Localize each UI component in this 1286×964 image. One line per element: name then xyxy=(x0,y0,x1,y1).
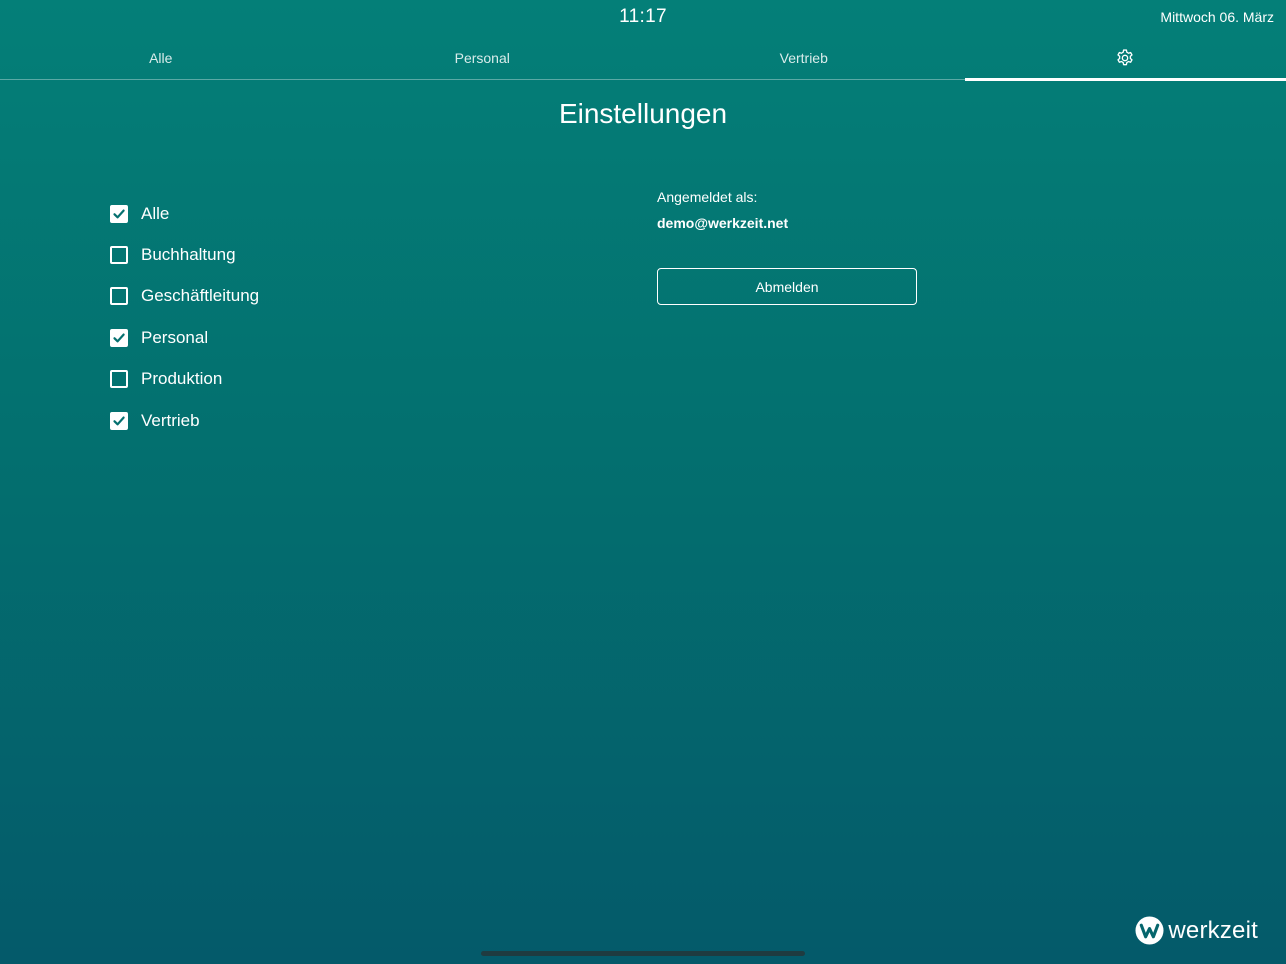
filter-label: Produktion xyxy=(141,369,223,389)
filter-item-produktion[interactable]: Produktion xyxy=(110,359,259,400)
tab-label: Vertrieb xyxy=(779,49,828,66)
logout-button[interactable]: Abmelden xyxy=(657,268,917,305)
logged-in-caption: Angemeldet als: xyxy=(657,189,758,205)
gear-icon xyxy=(1117,48,1133,65)
checkmark-icon xyxy=(113,209,125,219)
filter-item-alle[interactable]: Alle xyxy=(110,193,259,234)
tab-settings[interactable] xyxy=(964,36,1286,81)
checkbox-checked[interactable] xyxy=(110,204,128,223)
filter-item-buchhaltung[interactable]: Buchhaltung xyxy=(110,234,259,275)
account-email: demo@werkzeit.net xyxy=(657,215,789,231)
status-date: Mittwoch 06. März xyxy=(1160,9,1274,25)
filter-item-geschaeftleitung[interactable]: Geschäftleitung xyxy=(110,276,259,317)
status-time: 11:17 xyxy=(619,6,667,27)
checkbox-checked[interactable] xyxy=(110,411,128,430)
tab-label: Alle xyxy=(149,49,173,66)
filter-item-personal[interactable]: Personal xyxy=(110,317,259,358)
account-info: Angemeldet als: demo@werkzeit.net xyxy=(657,189,788,231)
filter-label: Vertrieb xyxy=(141,410,200,430)
tab-personal[interactable]: Personal xyxy=(322,36,644,79)
checkbox-unchecked[interactable] xyxy=(110,370,128,389)
checkbox-unchecked[interactable] xyxy=(110,246,128,265)
checkbox-unchecked[interactable] xyxy=(110,287,128,306)
brand-logo: werkzeit xyxy=(1135,916,1258,945)
page-title: Einstellungen xyxy=(558,98,728,129)
filter-item-vertrieb[interactable]: Vertrieb xyxy=(110,400,259,441)
checkbox-checked[interactable] xyxy=(110,328,128,347)
tab-alle[interactable]: Alle xyxy=(0,36,322,79)
filter-label: Personal xyxy=(141,327,209,347)
filter-label: Buchhaltung xyxy=(141,245,236,265)
filter-label: Alle xyxy=(141,203,170,223)
brand-name: werkzeit xyxy=(1168,916,1258,944)
home-indicator xyxy=(481,951,805,956)
tab-vertrieb[interactable]: Vertrieb xyxy=(643,36,965,79)
filter-label: Geschäftleitung xyxy=(141,286,260,306)
checkmark-icon xyxy=(113,416,125,426)
filter-list: Alle Buchhaltung Geschäftleitung Persona… xyxy=(110,193,259,441)
tab-bar: Alle Personal Vertrieb xyxy=(0,36,1286,81)
tab-label: Personal xyxy=(454,49,510,66)
werkzeit-logo-icon xyxy=(1135,916,1164,945)
checkmark-icon xyxy=(113,333,125,343)
